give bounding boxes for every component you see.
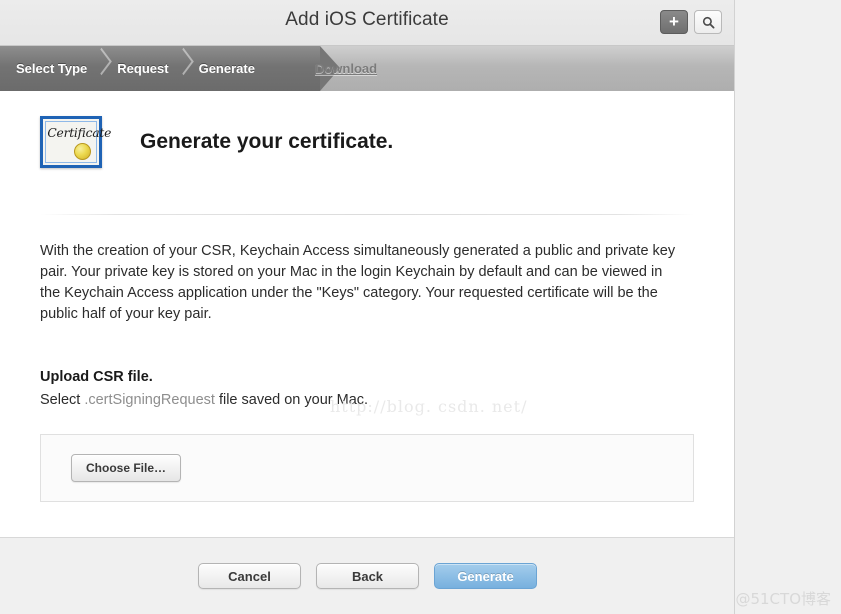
upload-file-extension: .certSigningRequest xyxy=(84,392,215,408)
search-icon xyxy=(702,16,715,29)
breadcrumb-step-download[interactable]: Download xyxy=(315,61,377,76)
certificate-seal-icon xyxy=(74,143,91,160)
back-button[interactable]: Back xyxy=(316,563,419,589)
chevron-right-icon-2 xyxy=(169,46,199,91)
search-button[interactable] xyxy=(694,10,722,34)
dialog-titlebar: Add iOS Certificate + xyxy=(0,0,734,46)
breadcrumb: Select Type Request Generate Download xyxy=(0,46,734,91)
dialog-footer: Cancel Back Generate xyxy=(0,537,734,614)
add-certificate-dialog: Add iOS Certificate + Select Type Reques… xyxy=(0,0,735,614)
dialog-content: Certificate Generate your certificate. W… xyxy=(0,91,734,583)
breadcrumb-step-generate[interactable]: Generate xyxy=(199,61,255,76)
cancel-button[interactable]: Cancel xyxy=(198,563,301,589)
certificate-header: Certificate Generate your certificate. xyxy=(0,91,734,168)
upload-section-heading: Upload CSR file. xyxy=(40,369,153,385)
choose-file-button[interactable]: Choose File… xyxy=(71,454,182,482)
generate-button[interactable]: Generate xyxy=(434,563,537,589)
plus-icon: + xyxy=(669,11,679,31)
breadcrumb-step-request[interactable]: Request xyxy=(117,61,168,76)
add-button[interactable]: + xyxy=(660,10,688,34)
certificate-icon-label: Certificate xyxy=(47,126,112,140)
certificate-icon: Certificate xyxy=(40,116,111,168)
upload-section-subtext: Select .certSigningRequest file saved on… xyxy=(40,392,694,408)
section-divider xyxy=(40,214,694,215)
chevron-right-icon-1 xyxy=(87,46,117,91)
page-title: Add iOS Certificate xyxy=(285,9,449,30)
file-upload-panel[interactable]: Choose File… xyxy=(40,434,694,502)
breadcrumb-step-select-type[interactable]: Select Type xyxy=(16,61,87,76)
breadcrumb-items: Select Type Request Generate Download xyxy=(0,46,377,91)
page-root: Add iOS Certificate + Select Type Reques… xyxy=(0,0,841,614)
titlebar-actions: + xyxy=(660,10,722,34)
content-heading: Generate your certificate. xyxy=(140,130,394,153)
upload-select-prefix: Select xyxy=(40,392,85,408)
watermark-51cto: @51CTO博客 xyxy=(735,590,831,608)
upload-select-suffix: file saved on your Mac. xyxy=(214,392,369,408)
description-paragraph: With the creation of your CSR, Keychain … xyxy=(40,243,676,322)
